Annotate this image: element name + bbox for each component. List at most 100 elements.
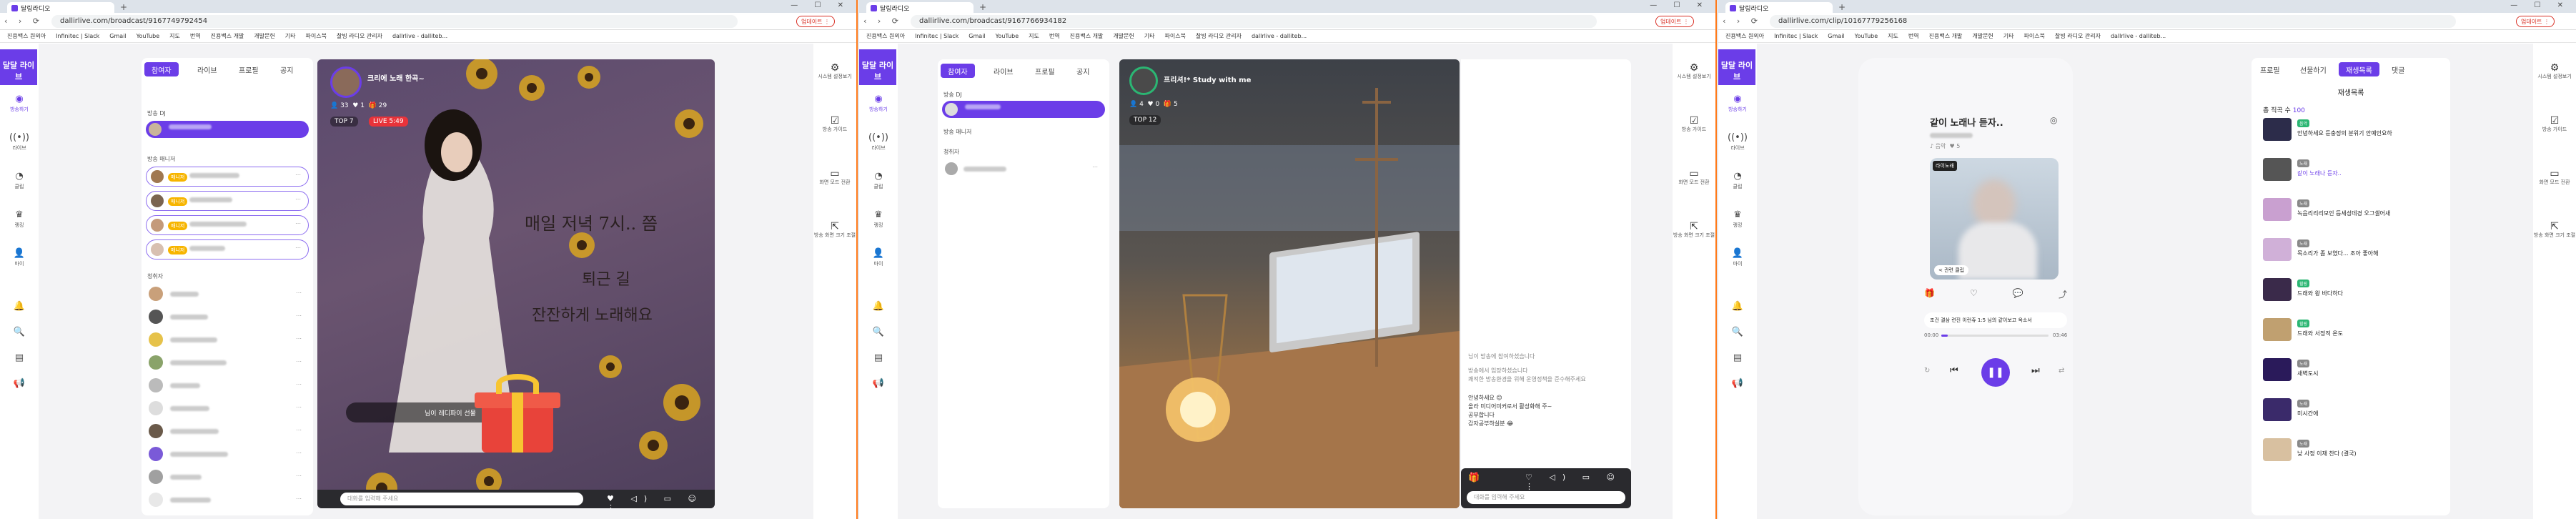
right-nav-item[interactable]: ☑ 방송 가이드 xyxy=(1673,116,1715,133)
bookmark-item[interactable]: 기타 xyxy=(285,33,296,39)
left-nav-item[interactable]: ◉ 방송하기 xyxy=(0,94,39,113)
right-nav-item[interactable]: ⇱ 방송 화면 크기 조절 xyxy=(1673,222,1715,239)
manager-row[interactable]: 매니저 ⋯ xyxy=(146,167,309,187)
bookmark-item[interactable]: 지도 xyxy=(1888,33,1898,39)
app-logo[interactable]: 달달 라이브 xyxy=(859,49,896,85)
bookmark-item[interactable]: dallrlive - dalliteb... xyxy=(2111,33,2166,39)
profile-icon[interactable]: ◎ xyxy=(2050,115,2057,125)
bookmark-item[interactable]: 지도 xyxy=(169,33,180,39)
right-nav-item[interactable]: ▭ 화면 모드 전환 xyxy=(1673,169,1715,186)
like-icon[interactable]: ♡ xyxy=(1970,288,1978,300)
url-field[interactable]: dallirlive.com/broadcast/9167749792454 xyxy=(51,15,738,28)
chat-controls[interactable]: ♡ ◁) ▭ ☺ ⋮ xyxy=(1525,473,1631,491)
browser-tab[interactable]: 달링라디오 xyxy=(1725,2,1833,13)
song-row[interactable]: 힐링 드래와 서정적 온도 xyxy=(2263,318,2442,344)
host-row[interactable] xyxy=(942,101,1105,118)
left-nav-item[interactable]: ((•)) 라이브 xyxy=(0,132,39,152)
tab-participants[interactable]: 참여자 xyxy=(144,62,179,76)
bookmark-item[interactable]: Gmail xyxy=(109,33,126,39)
chat-input[interactable]: 대화를 입력해 주세요 xyxy=(340,493,583,505)
bookmark-item[interactable]: 파이스북 xyxy=(306,33,327,39)
tab-notice[interactable]: 공지 xyxy=(1069,64,1096,78)
dj-avatar[interactable] xyxy=(1129,66,1158,95)
progress-track[interactable] xyxy=(1941,335,2049,337)
right-nav-item[interactable]: ☑ 방송 가이드 xyxy=(2533,116,2576,133)
host-row[interactable] xyxy=(146,121,309,138)
listener-row[interactable]: ⋯ xyxy=(146,467,309,488)
shuffle-icon[interactable]: ⇄ xyxy=(2059,367,2064,375)
song-row[interactable]: 노래 녹음리리리모인 듬세성데경 오그셀어새 xyxy=(2263,198,2442,224)
tab-profile[interactable]: 프로필 xyxy=(232,62,266,76)
more-icon[interactable]: ⋯ xyxy=(296,335,302,342)
update-button[interactable]: 업데이트 ⋮ xyxy=(2516,16,2555,27)
nav-buttons[interactable]: ‹ › ⟳ xyxy=(863,16,903,26)
listener-row[interactable]: ⋯ xyxy=(146,421,309,443)
tab-gift[interactable]: 선물하기 xyxy=(2293,62,2334,76)
right-nav-item[interactable]: ⇱ 방송 화면 크기 조절 xyxy=(2533,222,2576,239)
related-clip-button[interactable]: < 관련 클립 xyxy=(1934,265,1969,275)
more-icon[interactable]: ⋯ xyxy=(296,312,302,319)
top-rank-badge[interactable]: TOP 7 xyxy=(330,117,358,127)
dj-avatar[interactable] xyxy=(330,66,362,98)
song-row[interactable]: 노래 새벽도시 xyxy=(2263,358,2442,384)
more-icon[interactable]: ⋯ xyxy=(296,473,302,479)
bookmark-item[interactable]: 찰빙 라디오 관리자 xyxy=(1196,33,1242,39)
left-nav-item[interactable]: ◔ 클립 xyxy=(1718,171,1757,190)
bookmark-item[interactable]: 번역 xyxy=(1908,33,1919,39)
left-nav-bottom-icon[interactable]: ▤ xyxy=(0,352,39,363)
more-icon[interactable]: ⋯ xyxy=(296,427,302,433)
tab-playlist[interactable]: 재생목록 xyxy=(2339,62,2379,76)
song-row[interactable]: 음악 안녕하세요 듣충정의 분위기 안예인요하 xyxy=(2263,118,2442,144)
bookmark-item[interactable]: 개발문헌 xyxy=(254,33,274,39)
bookmark-item[interactable]: 진용백스 개발 xyxy=(1929,33,1963,39)
tab-comments[interactable]: 댓글 xyxy=(2384,62,2412,76)
window-controls[interactable]: — ☐ ✕ xyxy=(2510,1,2570,9)
left-nav-item[interactable]: 👤 마이 xyxy=(859,248,898,267)
right-nav-item[interactable]: ⚙ 시스템 설정보기 xyxy=(2533,63,2576,80)
left-nav-item[interactable]: 👤 마이 xyxy=(0,248,39,267)
listener-row[interactable]: ⋯ xyxy=(146,398,309,420)
left-nav-bottom-icon[interactable]: 🔔 xyxy=(859,301,898,312)
chat-controls[interactable]: ♥ ◁) ▭ ☺ ⋮ xyxy=(607,494,715,508)
listener-row[interactable]: ⋯ xyxy=(146,284,309,305)
bookmark-item[interactable]: dallrlive - dalliteb... xyxy=(392,33,447,39)
update-button[interactable]: 업데이트 ⋮ xyxy=(1655,16,1694,27)
bookmark-item[interactable]: Gmail xyxy=(1828,33,1844,39)
song-row[interactable]: 노래 목소리가 좀 보였다... 조아 좋아해 xyxy=(2263,238,2442,264)
share-icon[interactable]: ⤴ xyxy=(2059,288,2067,300)
bookmark-item[interactable]: YouTube xyxy=(1855,33,1878,39)
bookmark-item[interactable]: 번역 xyxy=(1049,33,1060,39)
tab-live[interactable]: 라이브 xyxy=(190,62,224,76)
left-nav-item[interactable]: ((•)) 라이브 xyxy=(1718,132,1757,152)
bookmark-item[interactable]: 기타 xyxy=(1144,33,1155,39)
song-row[interactable]: 노래 미시간애 xyxy=(2263,398,2442,424)
url-field[interactable]: dallirlive.com/clip/10167779256168 xyxy=(1770,15,2456,28)
update-button[interactable]: 업데이트 ⋮ xyxy=(796,16,835,27)
bookmark-item[interactable]: YouTube xyxy=(137,33,160,39)
left-nav-bottom-icon[interactable]: ▤ xyxy=(1718,352,1757,363)
pause-button[interactable]: ❚❚ xyxy=(1981,358,2010,387)
more-icon[interactable]: ⋯ xyxy=(296,495,302,502)
right-nav-item[interactable]: ☑ 방송 가이드 xyxy=(813,116,856,133)
nav-buttons[interactable]: ‹ › ⟳ xyxy=(1723,16,1762,26)
tab-notice[interactable]: 공지 xyxy=(273,62,300,76)
left-nav-item[interactable]: ◔ 클립 xyxy=(0,171,39,190)
more-icon[interactable]: ⋯ xyxy=(295,220,301,227)
left-nav-bottom-icon[interactable]: ▤ xyxy=(859,352,898,363)
manager-row[interactable]: 매니저 ⋯ xyxy=(146,191,309,211)
top-rank-badge[interactable]: TOP 12 xyxy=(1129,115,1161,125)
left-nav-bottom-icon[interactable]: 📢 xyxy=(1718,378,1757,389)
bookmark-item[interactable]: 진용백스 개발 xyxy=(211,33,244,39)
left-nav-item[interactable]: ♛ 랭킹 xyxy=(0,209,39,229)
bookmark-item[interactable]: 개발문헌 xyxy=(1972,33,1993,39)
left-nav-bottom-icon[interactable]: 🔔 xyxy=(0,301,39,312)
bookmark-item[interactable]: 진용백스 원외아 xyxy=(7,33,46,39)
bookmark-item[interactable]: YouTube xyxy=(996,33,1019,39)
bookmark-item[interactable]: Infinitec | Slack xyxy=(56,33,99,39)
left-nav-item[interactable]: 👤 마이 xyxy=(1718,248,1757,267)
left-nav-bottom-icon[interactable]: 📢 xyxy=(0,378,39,389)
bookmark-item[interactable]: 번역 xyxy=(190,33,201,39)
song-row[interactable]: 힐링 드래와 왕 바다하다 xyxy=(2263,278,2442,304)
tab-profile[interactable]: 프로필 xyxy=(1028,64,1062,78)
tab-profile[interactable]: 프로필 xyxy=(2253,62,2287,76)
